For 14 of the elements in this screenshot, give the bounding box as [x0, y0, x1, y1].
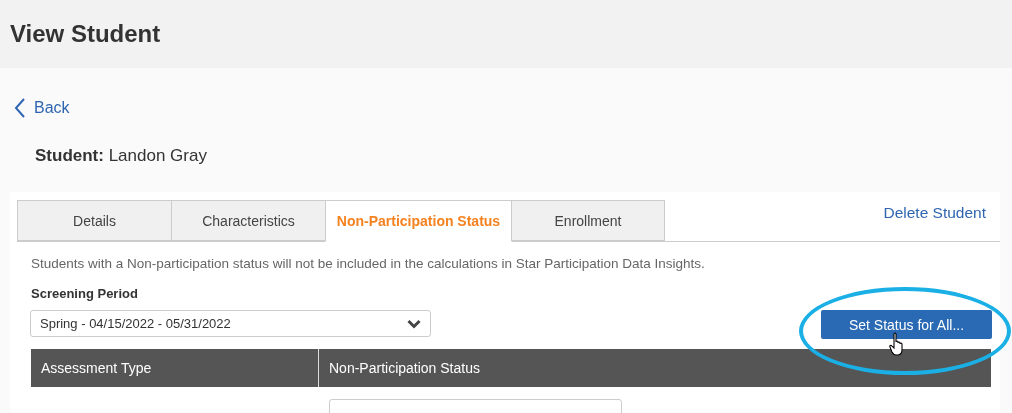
- screening-period-label: Screening Period: [31, 286, 138, 301]
- column-header: Non-Participation Status: [318, 349, 991, 387]
- selected-period: Spring - 04/15/2022 - 05/31/2022: [40, 316, 231, 331]
- description-text: Students with a Non-participation status will not be included in the calculations in Star Participation Data Insights.: [31, 256, 705, 271]
- column-header: Assessment Type: [31, 349, 319, 387]
- delete-student-link[interactable]: Delete Student: [883, 204, 986, 222]
- page-title: View Student: [10, 20, 161, 48]
- screening-period-select[interactable]: Spring - 04/15/2022 - 05/31/2022: [30, 310, 431, 337]
- tab[interactable]: Characteristics: [171, 200, 326, 241]
- tab[interactable]: Enrollment: [511, 200, 665, 241]
- tab[interactable]: Details: [17, 200, 172, 241]
- back-link[interactable]: Back: [14, 98, 70, 118]
- set-status-button[interactable]: Set Status for All...: [821, 310, 992, 339]
- student-name: Student: Landon Gray: [35, 146, 207, 166]
